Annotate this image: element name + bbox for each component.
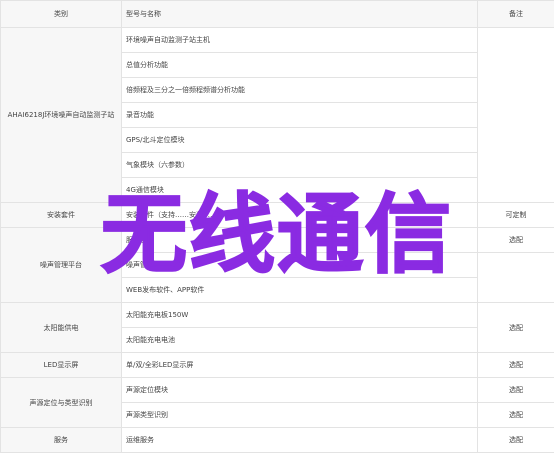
header-note: 备注 bbox=[477, 0, 554, 28]
table-row: 噪声管理平台 服务器 选配 bbox=[0, 227, 554, 303]
table-row: LED显示屏 单/双/全彩LED显示屏 选配 bbox=[0, 352, 554, 378]
name-cell: 安装套件（支持……安装……） bbox=[121, 202, 478, 228]
category-cell: 声源定位与类型识别 bbox=[0, 377, 122, 428]
category-cell: LED显示屏 bbox=[0, 352, 122, 378]
name-cell: 总值分析功能 bbox=[121, 52, 478, 78]
table-row: 服务 运维服务 选配 bbox=[0, 427, 554, 453]
note-cell: 选配 bbox=[477, 227, 554, 253]
name-cell: 太阳能充电板150W bbox=[121, 302, 478, 328]
name-cell: 4G通信模块 bbox=[121, 177, 478, 203]
name-cell: 倍频程及三分之一倍频程频谱分析功能 bbox=[121, 77, 478, 103]
name-cell: WEB发布软件、APP软件 bbox=[121, 277, 478, 303]
name-cell: 太阳能充电电池 bbox=[121, 327, 478, 353]
name-cell: 单/双/全彩LED显示屏 bbox=[121, 352, 478, 378]
note-cell: 选配 bbox=[477, 402, 554, 428]
category-cell: 太阳能供电 bbox=[0, 302, 122, 353]
note-cell: 选配 bbox=[477, 427, 554, 453]
name-cell: 噪声管理平台 bbox=[121, 252, 478, 278]
category-cell: 服务 bbox=[0, 427, 122, 453]
note-cell: 选配 bbox=[477, 377, 554, 403]
name-cell: 运维服务 bbox=[121, 427, 478, 453]
table-header-row: 类别 型号与名称 备注 bbox=[0, 0, 554, 28]
category-cell: 安装套件 bbox=[0, 202, 122, 228]
name-cell: 录音功能 bbox=[121, 102, 478, 128]
note-cell: 选配 bbox=[477, 302, 554, 353]
spec-table: 类别 型号与名称 备注 AHAI6218J环境噪声自动监测子站 环境噪声自动监测… bbox=[0, 0, 554, 453]
table-row: 安装套件 安装套件（支持……安装……） 可定制 bbox=[0, 202, 554, 228]
note-cell: 选配 bbox=[477, 352, 554, 378]
name-cell: 气象模块（六参数） bbox=[121, 152, 478, 178]
note-cell bbox=[477, 252, 554, 303]
note-cell bbox=[477, 27, 554, 203]
name-cell: 环境噪声自动监测子站主机 bbox=[121, 27, 478, 53]
note-cell: 可定制 bbox=[477, 202, 554, 228]
header-name: 型号与名称 bbox=[121, 0, 478, 28]
table-row: AHAI6218J环境噪声自动监测子站 环境噪声自动监测子站主机 bbox=[0, 27, 554, 203]
category-cell: AHAI6218J环境噪声自动监测子站 bbox=[0, 27, 122, 203]
name-cell: 声源定位模块 bbox=[121, 377, 478, 403]
table-row: 声源定位与类型识别 声源定位模块 选配 bbox=[0, 377, 554, 428]
header-category: 类别 bbox=[0, 0, 122, 28]
name-cell: 声源类型识别 bbox=[121, 402, 478, 428]
name-cell: GPS/北斗定位模块 bbox=[121, 127, 478, 153]
table-row: 太阳能供电 太阳能充电板150W 选配 bbox=[0, 302, 554, 353]
category-cell: 噪声管理平台 bbox=[0, 227, 122, 303]
name-cell: 服务器 bbox=[121, 227, 478, 253]
